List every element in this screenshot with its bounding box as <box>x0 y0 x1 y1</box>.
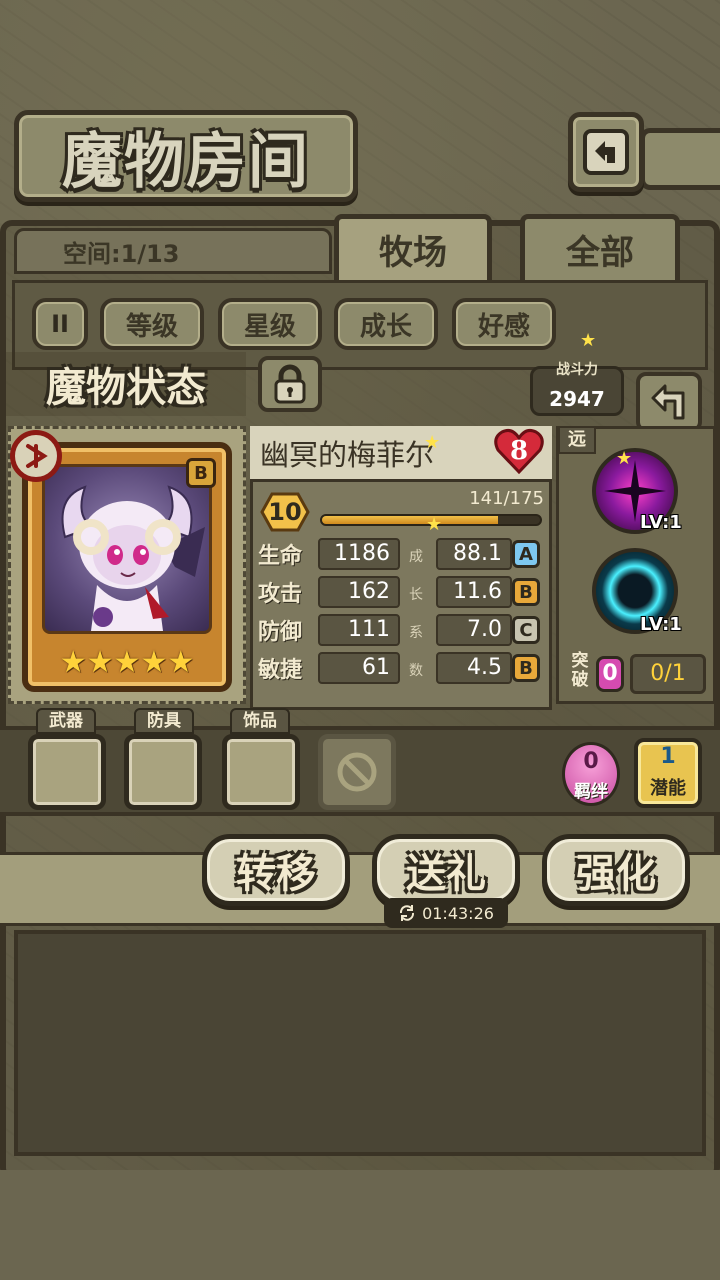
sparkle-icon: ★ <box>426 514 443 535</box>
armor-slot[interactable] <box>124 734 202 810</box>
stat-label: 防御 <box>258 620 303 645</box>
return-arrow-icon <box>583 129 629 175</box>
growth-value: 4.5 <box>436 652 512 684</box>
potential-button[interactable]: 1 潜能 <box>634 738 702 808</box>
limit-break-label-top: 突 <box>571 651 589 671</box>
growth-grade-badge: B <box>512 654 540 682</box>
bond-count: 0 <box>583 749 599 774</box>
star-icon: ★ <box>113 644 141 680</box>
enhance-button[interactable]: 强化 <box>542 834 690 906</box>
growth-caption-char: 数 <box>409 663 423 679</box>
stat-value: 111 <box>318 614 400 646</box>
combat-power-label: 战斗力 <box>556 362 598 378</box>
stat-row: 生命 1186 <box>258 538 400 570</box>
stat-row: 防御 111 <box>258 614 400 646</box>
potential-count: 1 <box>660 744 676 769</box>
return-arrow-icon <box>651 384 685 420</box>
skill-1-level: LV:1 <box>640 512 682 533</box>
limit-break-label: 突 破 <box>566 652 594 690</box>
padlock-icon <box>274 364 306 404</box>
page-title-plaque: 魔物房间 <box>14 110 358 202</box>
header-back-extension <box>640 128 720 190</box>
header-back-button[interactable] <box>568 112 644 192</box>
level-badge: 10 <box>260 492 310 532</box>
xp-bar-fill <box>322 516 498 524</box>
growth-grade-badge: C <box>512 616 540 644</box>
page-title: 魔物房间 <box>62 126 310 197</box>
armor-slot-label: 防具 <box>134 708 194 734</box>
skill-2-level: LV:1 <box>640 614 682 635</box>
stat-value: 61 <box>318 652 400 684</box>
tab-all[interactable]: 全部 <box>520 214 680 280</box>
weapon-slot[interactable] <box>28 734 106 810</box>
filter-growth-button[interactable]: 成长 <box>334 298 438 350</box>
star-icon: ★ <box>86 644 114 680</box>
lock-button[interactable] <box>258 356 322 412</box>
bond-label: 羁绊 <box>574 782 608 802</box>
growth-value: 11.6 <box>436 576 512 608</box>
limit-break-label-bottom: 破 <box>571 670 589 690</box>
accessory-slot-label: 饰品 <box>230 708 290 734</box>
growth-value: 88.1 <box>436 538 512 570</box>
monster-status-title: 魔物状态 <box>46 364 206 411</box>
growth-caption-char: 长 <box>409 587 423 603</box>
monster-grade-badge: B <box>186 458 216 488</box>
growth-caption-char: 成 <box>409 549 423 565</box>
growth-grade-badge: B <box>512 578 540 606</box>
stat-value: 1186 <box>318 538 400 570</box>
rank-heart-badge: 8 <box>494 428 544 474</box>
stat-value: 162 <box>318 576 400 608</box>
gift-timer: 01:43:26 <box>384 898 508 928</box>
stat-label: 攻击 <box>258 582 303 607</box>
limit-break-ratio: 0/1 <box>630 654 706 694</box>
timer-value: 01:43:26 <box>422 903 494 923</box>
monster-portrait[interactable] <box>42 464 212 634</box>
combat-power-box: 战斗力 2947 <box>530 362 624 416</box>
level-value: 10 <box>268 498 302 526</box>
monster-status-label: 魔物状态 <box>6 352 246 416</box>
stat-label: 敏捷 <box>258 658 303 683</box>
sparkle-icon: ★ <box>424 432 441 453</box>
star-icon: ★ <box>140 644 168 680</box>
filter-level-button[interactable]: 等级 <box>100 298 204 350</box>
status-back-button[interactable] <box>636 372 702 432</box>
bottom-background <box>0 1170 720 1280</box>
lower-panel <box>14 930 706 1156</box>
xp-text: 141/175 <box>469 488 544 509</box>
star-rating: ★ ★ ★ ★ ★ <box>59 642 195 682</box>
space-counter: 空间:1/13 <box>14 228 332 274</box>
growth-grade-badge: A <box>512 540 540 568</box>
element-type-icon <box>10 430 62 482</box>
growth-caption-char: 系 <box>409 625 423 641</box>
transfer-button[interactable]: 转移 <box>202 834 350 906</box>
limit-break-count: 0 <box>596 656 624 692</box>
filter-star-button[interactable]: 星级 <box>218 298 322 350</box>
potential-label: 潜能 <box>650 778 686 799</box>
weapon-slot-label: 武器 <box>36 708 96 734</box>
pause-icon: II <box>51 310 69 338</box>
stat-label: 生命 <box>258 544 303 569</box>
sparkle-icon: ★ <box>580 330 597 351</box>
accessory-slot[interactable] <box>222 734 300 810</box>
sparkle-icon: ★ <box>616 448 633 469</box>
growth-value: 7.0 <box>436 614 512 646</box>
range-tag: 远 <box>558 426 596 454</box>
star-icon: ★ <box>167 644 195 680</box>
gift-button[interactable]: 送礼 <box>372 834 520 906</box>
prohibited-icon <box>337 752 377 792</box>
filter-affection-button[interactable]: 好感 <box>452 298 556 350</box>
refresh-icon <box>400 905 415 921</box>
rank-value: 8 <box>509 436 529 466</box>
locked-slot <box>318 734 396 810</box>
monster-art <box>61 485 205 631</box>
combat-power-value: 2947 <box>549 387 605 411</box>
star-icon: ★ <box>59 644 87 680</box>
tab-ranch[interactable]: 牧场 <box>334 214 492 280</box>
stat-row: 攻击 162 <box>258 576 400 608</box>
stat-row: 敏捷 61 <box>258 652 400 684</box>
bond-button[interactable]: 0 羁绊 <box>562 742 620 806</box>
sort-toggle-button[interactable]: II <box>32 298 88 350</box>
